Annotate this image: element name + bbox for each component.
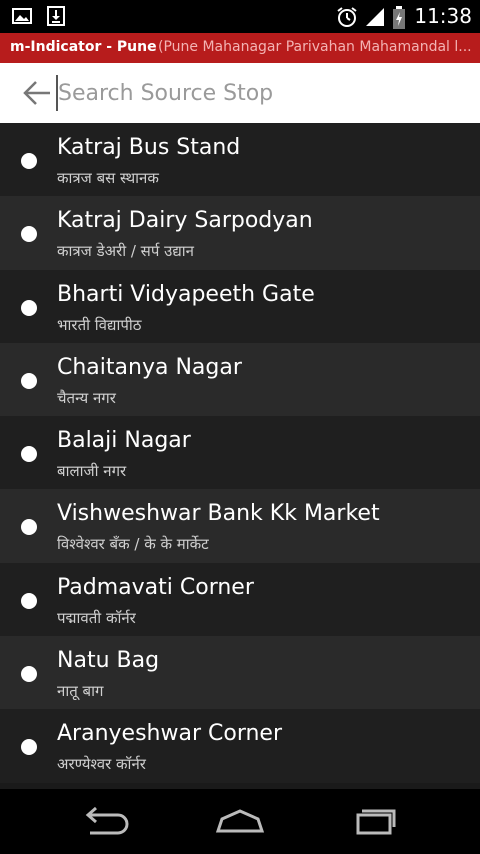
image-icon: [12, 6, 32, 26]
navigation-bar: [0, 789, 480, 854]
download-icon: [46, 6, 66, 26]
bullet-icon: [21, 739, 37, 756]
list-item[interactable]: Aranyeshwar Corner अरण्येश्वर कॉर्नर: [0, 709, 480, 783]
search-bar: [0, 63, 480, 125]
bullet-icon: [21, 153, 37, 169]
status-bar: 11:38: [0, 0, 480, 33]
stop-name: Katraj Dairy Sarpodyan: [57, 208, 313, 234]
list-item[interactable]: Padmavati Corner पद्मावती कॉर्नर: [0, 562, 480, 637]
search-source-stop-input[interactable]: [56, 75, 458, 111]
stop-name-hindi: कात्रज डेअरी / सर्प उद्यान: [57, 242, 194, 261]
recent-apps-icon[interactable]: [344, 805, 404, 839]
list-item[interactable]: Natu Bag नातू बाग: [0, 636, 480, 710]
app-title-bar: m-Indicator - Pune (Pune Mahanagar Pariv…: [0, 33, 480, 63]
bullet-icon: [21, 592, 37, 609]
back-icon[interactable]: [76, 805, 136, 839]
bullet-icon: [21, 372, 37, 389]
app-name: m-Indicator - Pune: [10, 39, 157, 55]
clock: 11:38: [414, 4, 472, 28]
stop-name-hindi: पद्मावती कॉर्नर: [57, 608, 136, 627]
stop-name-hindi: कात्रज बस स्थानक: [57, 169, 159, 187]
back-arrow-icon[interactable]: [22, 79, 52, 107]
stop-name: Aranyeshwar Corner: [57, 721, 282, 747]
bullet-icon: [21, 666, 37, 683]
alarm-icon: [336, 6, 357, 27]
stop-name: Balaji Nagar: [57, 428, 191, 454]
list-item[interactable]: Balaji Nagar बालाजी नगर: [0, 416, 480, 490]
stop-name-hindi: भारती विद्यापीठ: [57, 315, 142, 334]
stop-name: Chaitanya Nagar: [57, 354, 242, 380]
list-item[interactable]: Vishweshwar Bank Kk Market विश्वेश्वर बँ…: [0, 489, 480, 563]
stop-name: Vishweshwar Bank Kk Market: [57, 501, 380, 527]
list-item[interactable]: Katraj Bus Stand कात्रज बस स्थानक: [0, 123, 480, 197]
battery-icon: [392, 6, 406, 29]
stop-name-hindi: नातू बाग: [57, 682, 104, 701]
app-subtitle: (Pune Mahanagar Parivahan Mahamandal l..…: [158, 39, 472, 55]
signal-icon: [364, 6, 385, 26]
list-item[interactable]: Chaitanya Nagar चैतन्य नगर: [0, 342, 480, 417]
bullet-icon: [21, 299, 37, 316]
list-item[interactable]: Bharti Vidyapeeth Gate भारती विद्यापीठ: [0, 269, 480, 343]
stop-name: Padmavati Corner: [57, 574, 254, 600]
stop-name: Natu Bag: [57, 648, 160, 674]
bullet-icon: [21, 519, 37, 536]
stop-name: Bharti Vidyapeeth Gate: [57, 281, 315, 307]
stop-name-hindi: अरण्येश्वर कॉर्नर: [57, 755, 146, 774]
stop-name: Katraj Bus Stand: [57, 135, 241, 160]
stop-list: Katraj Bus Stand कात्रज बस स्थानक Katraj…: [0, 123, 480, 789]
stop-name-hindi: चैतन्य नगर: [57, 388, 116, 407]
home-icon[interactable]: [210, 805, 270, 839]
list-item[interactable]: Katraj Dairy Sarpodyan कात्रज डेअरी / सर…: [0, 196, 480, 270]
bullet-icon: [21, 446, 37, 463]
stop-name-hindi: बालाजी नगर: [57, 462, 127, 481]
bullet-icon: [21, 226, 37, 243]
stop-name-hindi: विश्वेश्वर बँक / के के मार्केट: [57, 535, 209, 554]
